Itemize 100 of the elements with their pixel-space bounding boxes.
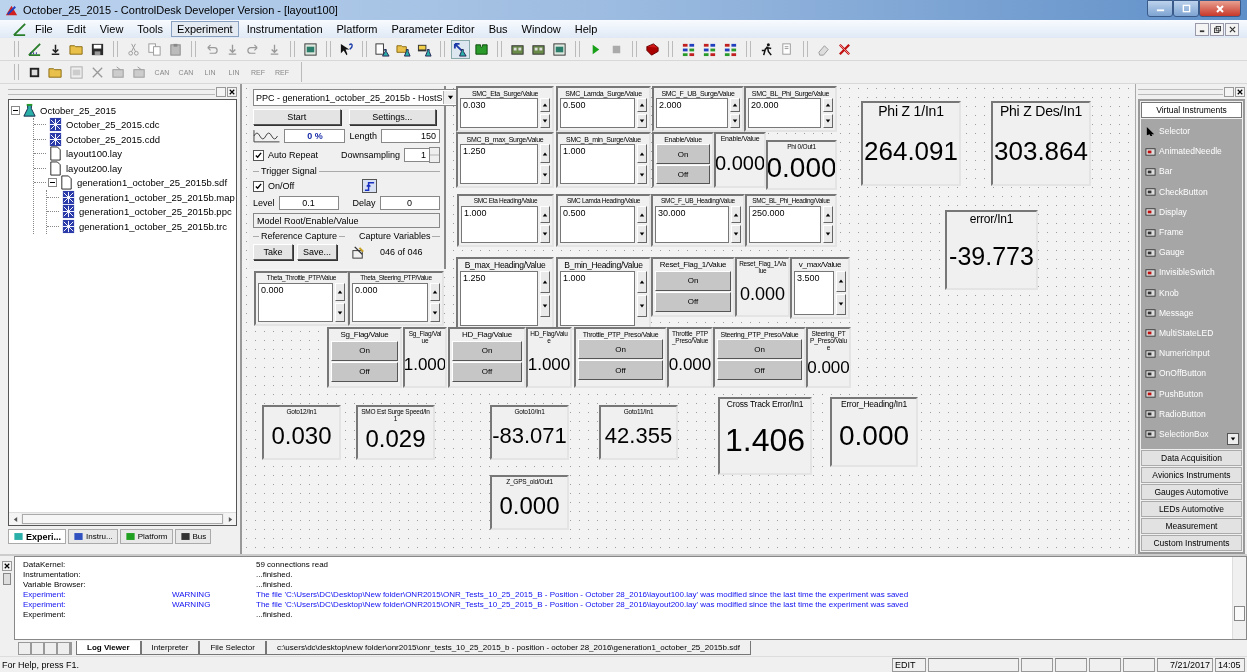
off-button[interactable]: Off — [655, 291, 731, 312]
tree-item[interactable]: generation1_october_25_2015b.sdf — [76, 177, 228, 189]
spin-down-button[interactable] — [430, 303, 440, 322]
spin-down-button[interactable] — [335, 303, 345, 322]
spin-up-button[interactable] — [430, 282, 440, 302]
palette-category[interactable]: Avionics Instruments — [1141, 467, 1242, 483]
downsampling-field[interactable]: 1 — [404, 148, 430, 162]
level-field[interactable]: 0.1 — [278, 196, 339, 210]
menu-item[interactable]: Tools — [131, 21, 170, 37]
spin-up-button[interactable] — [731, 205, 741, 224]
log-tab[interactable]: Interpreter — [140, 641, 200, 655]
restore-button[interactable] — [1210, 22, 1224, 36]
spin-up-button[interactable] — [637, 271, 647, 294]
on-button[interactable]: On — [717, 339, 802, 360]
log-tab[interactable]: Log Viewer — [76, 641, 141, 655]
spin-down-button[interactable] — [637, 295, 647, 318]
value-field[interactable]: 1.000 — [461, 205, 538, 243]
spin-up-button[interactable] — [730, 98, 740, 113]
spin-up-button[interactable] — [823, 205, 833, 224]
menu-item[interactable]: Parameter Editor — [385, 21, 481, 37]
collapse-icon[interactable] — [48, 178, 57, 188]
menu-item[interactable]: Platform — [330, 21, 384, 37]
on-button[interactable]: On — [452, 340, 522, 361]
value-field[interactable]: 0.000 — [258, 282, 333, 322]
trigger-edge-button[interactable] — [362, 179, 377, 193]
off-button[interactable]: Off — [331, 361, 398, 382]
on-button[interactable]: On — [656, 144, 710, 164]
close-button[interactable] — [1225, 22, 1239, 36]
value-field[interactable]: 30.000 — [655, 205, 729, 243]
spin-buttons[interactable] — [429, 147, 440, 163]
value-field[interactable]: 0.030 — [460, 98, 538, 128]
spin-down-button[interactable] — [836, 293, 846, 315]
palette-category[interactable]: Gauges Automotive — [1141, 484, 1242, 500]
value-field[interactable]: 0.000 — [352, 282, 428, 322]
delay-field[interactable]: 0 — [379, 196, 440, 210]
panel-tab[interactable]: Platform — [119, 529, 173, 544]
value-field[interactable]: 2.000 — [656, 98, 728, 128]
menu-item[interactable]: View — [93, 21, 130, 37]
close-button[interactable] — [2, 561, 12, 571]
length-field[interactable]: 150 — [381, 129, 440, 143]
maximize-button[interactable] — [1173, 0, 1199, 17]
off-button[interactable]: Off — [452, 361, 522, 382]
pointer-flask-button[interactable] — [451, 39, 470, 59]
panel-tab[interactable]: Bus — [174, 529, 212, 544]
collapse-icon[interactable] — [11, 105, 20, 115]
checkbox[interactable] — [253, 180, 264, 192]
platform-dropdown[interactable]: PPC - generation1_october_25_2015b - HostS — [253, 89, 458, 106]
log-tab[interactable]: File Selector — [199, 641, 266, 655]
spin-up-button[interactable] — [637, 98, 647, 113]
scroll-down-button[interactable] — [1227, 433, 1239, 445]
spin-up-button[interactable] — [836, 270, 846, 292]
value-field[interactable]: 1.000 — [560, 271, 635, 326]
menu-item[interactable]: File — [29, 21, 59, 37]
tree-item[interactable]: October_25_2015 — [39, 104, 118, 116]
menu-item[interactable]: Instrumentation — [240, 21, 329, 37]
on-button[interactable]: On — [655, 270, 731, 291]
menu-item[interactable]: Edit — [60, 21, 92, 37]
spin-down-button[interactable] — [637, 225, 647, 243]
vertical-scrollbar[interactable] — [1232, 557, 1246, 639]
take-button[interactable]: Take — [253, 244, 293, 260]
save-button[interactable]: Save... — [297, 244, 337, 260]
on-button[interactable]: On — [331, 340, 398, 361]
value-field[interactable]: 20.000 — [748, 98, 821, 128]
spin-up-button[interactable] — [540, 271, 550, 294]
spin-up-button[interactable] — [540, 98, 550, 113]
spin-up-button[interactable] — [823, 98, 833, 113]
menu-item[interactable]: Help — [568, 21, 604, 37]
value-field[interactable]: 0.500 — [560, 205, 635, 243]
spin-down-button[interactable] — [730, 114, 740, 128]
minimize-button[interactable] — [1147, 0, 1173, 17]
value-field[interactable]: 1.250 — [460, 271, 538, 326]
close-button[interactable] — [1199, 0, 1241, 17]
start-button[interactable]: Start — [253, 109, 341, 125]
spin-up-button[interactable] — [637, 205, 647, 224]
palette-category[interactable]: Data Acquisition — [1141, 450, 1242, 466]
spin-down-button[interactable] — [540, 114, 550, 128]
off-button[interactable]: Off — [578, 360, 663, 381]
spin-down-button[interactable] — [823, 114, 833, 128]
horizontal-scrollbar[interactable] — [9, 512, 236, 525]
spin-down-button[interactable] — [540, 165, 550, 184]
spin-down-button[interactable] — [540, 295, 550, 318]
tree-item[interactable]: October_25_2015.cdc — [65, 119, 161, 131]
menu-item[interactable]: Window — [515, 21, 567, 37]
tree-item[interactable]: generation1_october_25_2015b.trc — [78, 220, 228, 232]
value-field[interactable]: 1.000 — [560, 144, 635, 184]
palette-category[interactable]: Virtual Instruments — [1141, 102, 1242, 118]
palette-category[interactable]: Measurement — [1141, 518, 1242, 534]
spin-down-button[interactable] — [540, 225, 550, 243]
off-button[interactable]: Off — [717, 360, 802, 381]
checkbox[interactable] — [253, 149, 264, 161]
tree-item[interactable]: layout200.lay — [65, 162, 123, 174]
value-field[interactable]: 1.250 — [460, 144, 538, 184]
spin-down-button[interactable] — [731, 225, 741, 243]
value-field[interactable]: 250.000 — [749, 205, 821, 243]
on-button[interactable]: On — [578, 339, 663, 360]
tree-item[interactable]: generation1_october_25_2015b.map — [78, 191, 236, 203]
spin-up-button[interactable] — [540, 205, 550, 224]
value-field[interactable]: 3.500 — [794, 270, 834, 315]
spin-up-button[interactable] — [540, 144, 550, 164]
spin-down-button[interactable] — [823, 225, 833, 243]
